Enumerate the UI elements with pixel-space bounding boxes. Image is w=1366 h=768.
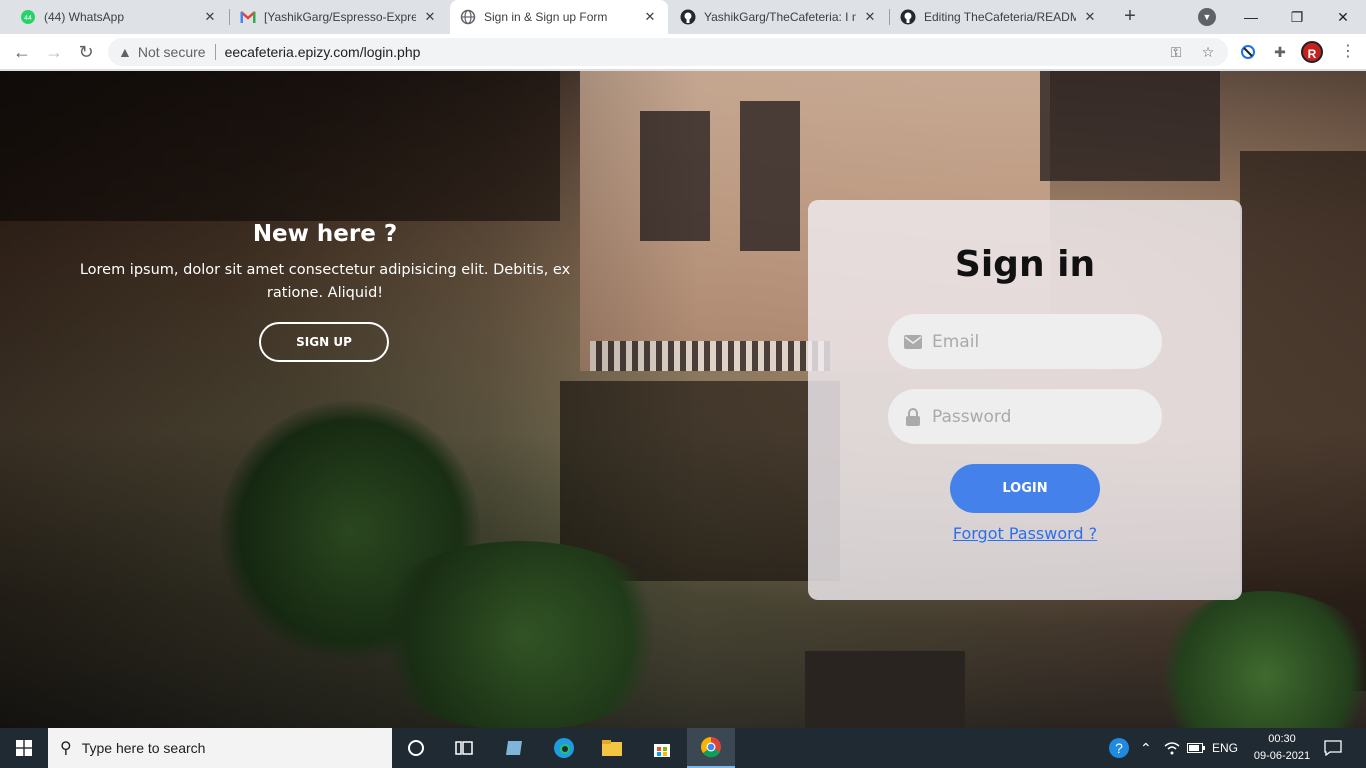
tab-github-repo[interactable]: YashikGarg/TheCafeteria: I m ✕ <box>670 0 888 34</box>
task-view-icon[interactable] <box>440 728 488 768</box>
github-icon <box>680 9 696 25</box>
tab-search-icon[interactable]: ▼ <box>1198 8 1216 26</box>
globe-icon <box>460 9 476 25</box>
tab-gmail[interactable]: [YashikGarg/Espresso-Express ✕ <box>230 0 448 34</box>
tab-strip: 44 (44) WhatsApp ✕ [YashikGarg/Espresso-… <box>0 0 1366 34</box>
svg-text:44: 44 <box>24 15 32 22</box>
close-tab-icon[interactable]: ✕ <box>202 9 218 25</box>
close-tab-icon[interactable]: ✕ <box>1082 9 1098 25</box>
new-tab-plus-icon[interactable]: + <box>1118 5 1142 29</box>
tablet-app-icon[interactable] <box>490 728 538 768</box>
show-hidden-icons-chevron-icon[interactable]: ⌃ <box>1140 728 1152 768</box>
browser-toolbar: ← → ↻ ▲ Not secure eecafeteria.epizy.com… <box>0 34 1366 70</box>
close-tab-icon[interactable]: ✕ <box>642 9 658 25</box>
left-overlay <box>0 71 700 728</box>
edge-browser-icon[interactable] <box>540 728 588 768</box>
clock-date: 09-06-2021 <box>1253 750 1311 762</box>
background-coffee-sign <box>805 651 965 728</box>
background-window <box>1040 71 1220 181</box>
tab-github-readme[interactable]: Editing TheCafeteria/READM ✕ <box>890 0 1108 34</box>
minimize-icon[interactable]: — <box>1228 0 1274 34</box>
signup-button[interactable]: SIGN UP <box>259 322 389 362</box>
github-icon <box>900 9 916 25</box>
taskbar-clock[interactable]: 00:30 09-06-2021 <box>1252 731 1312 765</box>
envelope-icon <box>904 333 922 351</box>
signup-panel: New here ? Lorem ipsum, dolor sit amet c… <box>70 221 580 362</box>
search-icon: ⚲ <box>60 740 72 757</box>
tab-title: Editing TheCafeteria/READM <box>924 10 1076 24</box>
block-extension-icon[interactable] <box>1238 42 1258 62</box>
url-text[interactable]: eecafeteria.epizy.com/login.php <box>225 44 421 60</box>
background-plant <box>1150 591 1366 728</box>
address-bar[interactable]: ▲ Not secure eecafeteria.epizy.com/login… <box>108 38 1228 66</box>
profile-avatar[interactable]: R <box>1301 41 1323 63</box>
taskbar-search-placeholder: Type here to search <box>81 740 206 756</box>
signin-form: Sign in Email Password LOGIN Forgot Pass… <box>808 200 1242 600</box>
restore-icon[interactable]: ❐ <box>1274 0 1320 34</box>
email-placeholder: Email <box>932 331 980 352</box>
notification-center-icon[interactable] <box>1324 728 1342 768</box>
password-field[interactable]: Password <box>888 389 1162 444</box>
login-page: New here ? Lorem ipsum, dolor sit amet c… <box>0 71 1366 728</box>
key-icon[interactable]: ⚿ <box>1164 40 1188 64</box>
close-tab-icon[interactable]: ✕ <box>862 9 878 25</box>
email-field[interactable]: Email <box>888 314 1162 369</box>
svg-text:?: ? <box>1115 740 1123 756</box>
bookmark-star-icon[interactable]: ☆ <box>1196 40 1220 64</box>
extensions-puzzle-icon[interactable]: ✚ <box>1270 42 1290 62</box>
close-window-icon[interactable]: ✕ <box>1320 0 1366 34</box>
store-bag-icon[interactable] <box>638 728 686 768</box>
windows-start-icon[interactable] <box>0 728 48 768</box>
tab-title: YashikGarg/TheCafeteria: I m <box>704 10 856 24</box>
clock-time: 00:30 <box>1268 733 1296 745</box>
gmail-icon <box>240 9 256 25</box>
tab-title: (44) WhatsApp <box>44 10 125 24</box>
wifi-icon[interactable] <box>1164 728 1180 768</box>
reload-icon[interactable]: ↻ <box>74 40 98 64</box>
tab-title: [YashikGarg/Espresso-Express <box>264 10 416 24</box>
chrome-taskbar-icon[interactable] <box>687 728 735 768</box>
security-label[interactable]: Not secure <box>138 44 206 60</box>
signin-title: Sign in <box>954 244 1096 285</box>
warning-triangle-icon[interactable]: ▲ <box>118 44 132 60</box>
tab-signin-active[interactable]: Sign in & Sign up Form ✕ <box>450 0 668 34</box>
panel-heading: New here ? <box>252 221 398 247</box>
panel-description: Lorem ipsum, dolor sit amet consectetur … <box>79 262 571 301</box>
help-icon[interactable]: ? <box>1108 728 1130 768</box>
file-explorer-icon[interactable] <box>588 728 636 768</box>
forward-arrow-icon[interactable]: → <box>42 40 66 64</box>
login-button[interactable]: LOGIN <box>950 464 1100 513</box>
tab-whatsapp[interactable]: 44 (44) WhatsApp ✕ <box>10 0 228 34</box>
tab-title: Sign in & Sign up Form <box>484 10 608 24</box>
background-window <box>740 101 800 251</box>
omnibox-divider <box>214 44 216 60</box>
language-indicator[interactable]: ENG <box>1212 728 1238 768</box>
forgot-password-link[interactable]: Forgot Password ? <box>808 524 1242 543</box>
close-tab-icon[interactable]: ✕ <box>422 9 438 25</box>
back-arrow-icon[interactable]: ← <box>10 40 34 64</box>
taskbar: ⚲ Type here to search ? ⌃ ENG 00:30 09-0… <box>0 728 1366 768</box>
whatsapp-icon: 44 <box>20 9 36 25</box>
lock-icon <box>904 407 922 426</box>
kebab-menu-icon[interactable]: ⋮ <box>1336 40 1360 64</box>
taskbar-search-box[interactable]: ⚲ Type here to search <box>48 728 392 768</box>
battery-icon[interactable] <box>1187 728 1205 768</box>
cortana-circle-icon[interactable] <box>392 728 440 768</box>
password-placeholder: Password <box>932 406 1012 427</box>
